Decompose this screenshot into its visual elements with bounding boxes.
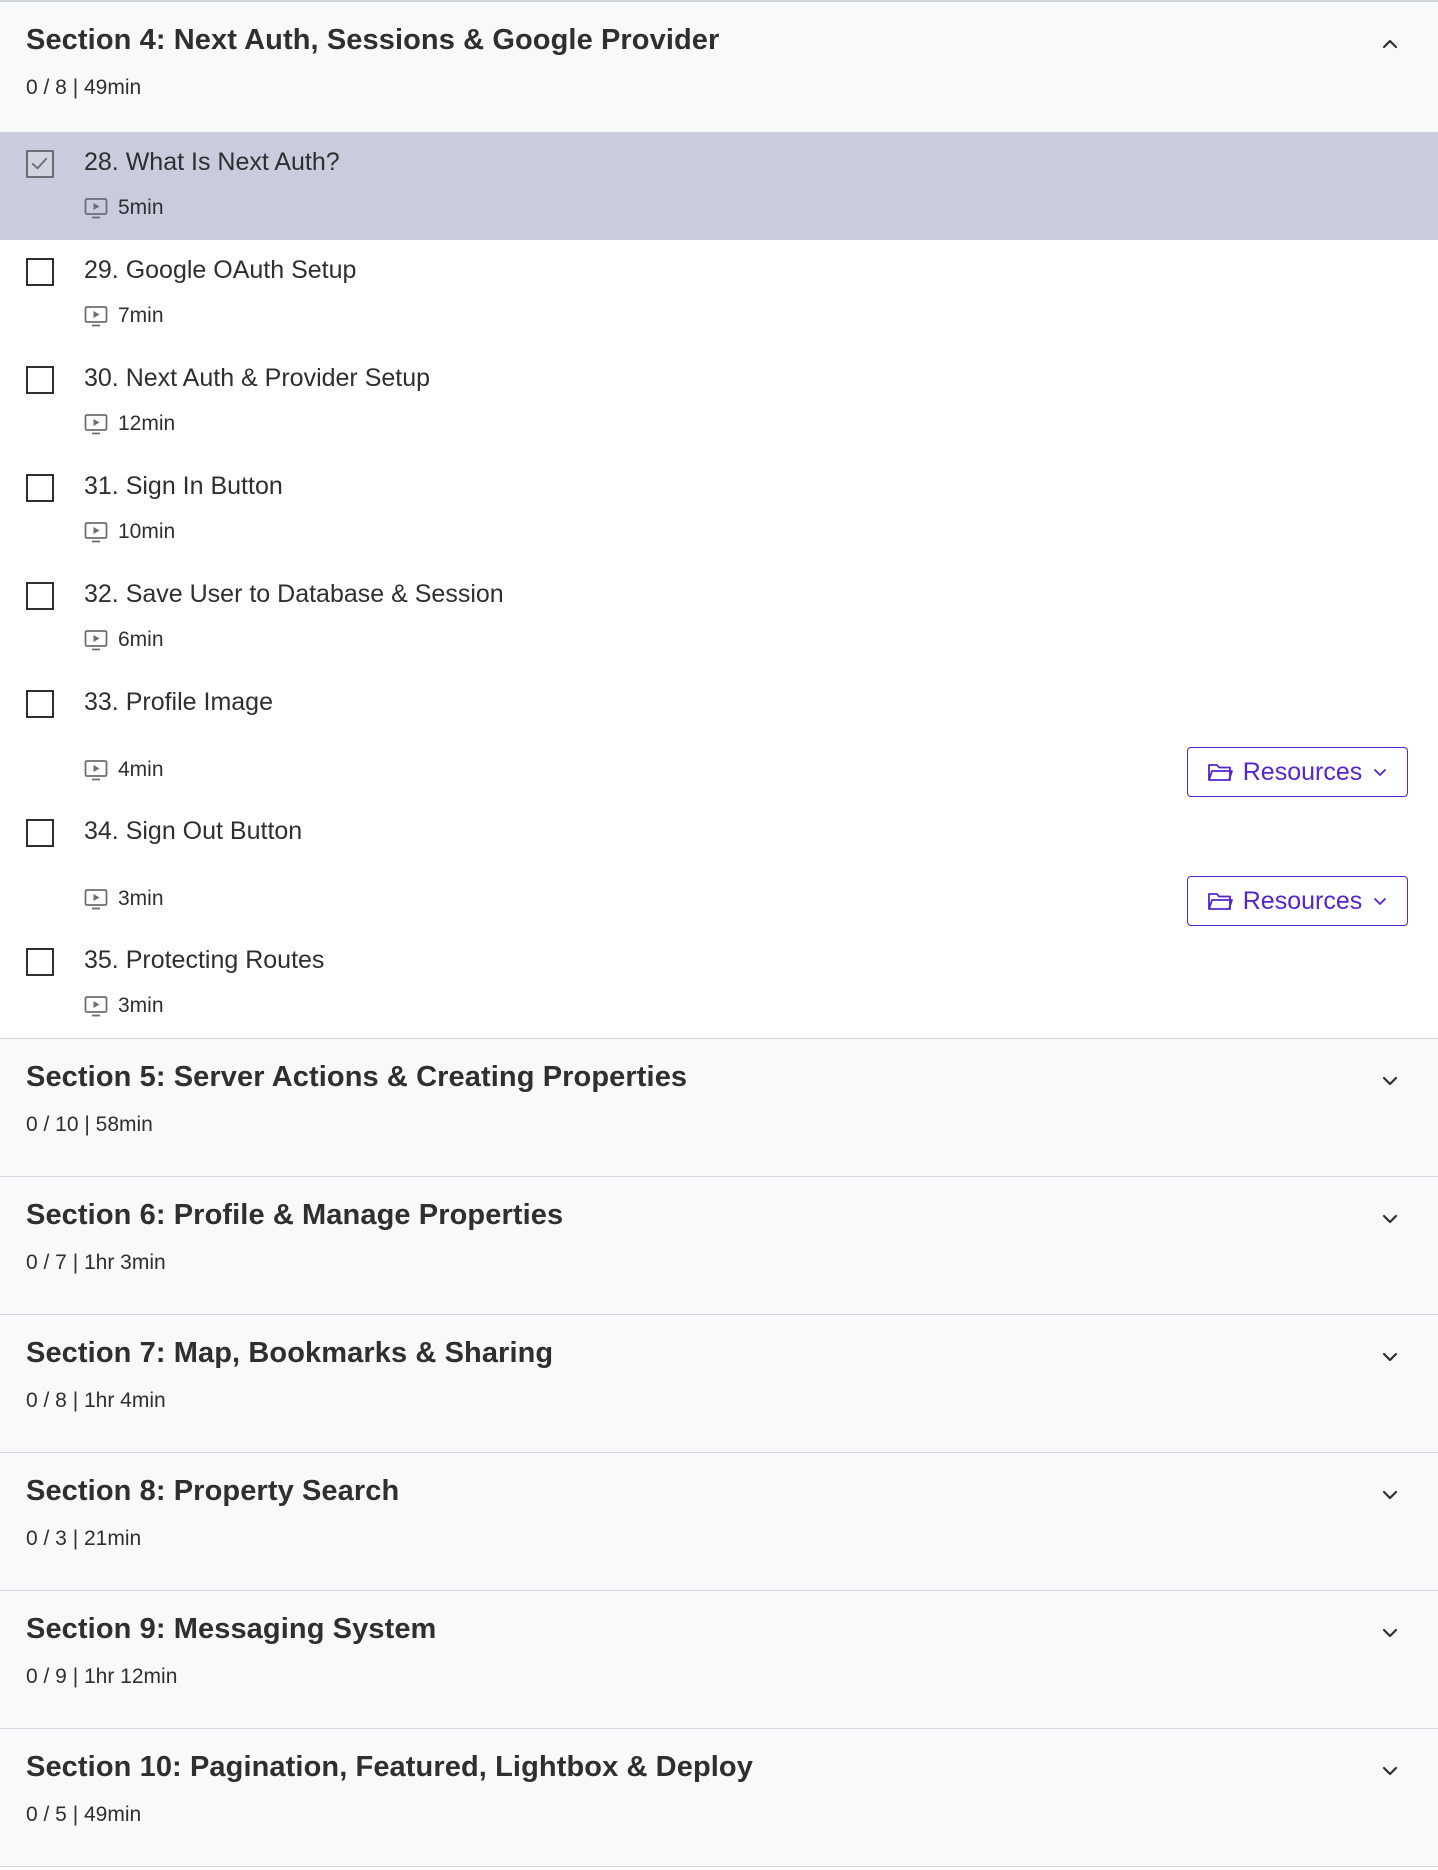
chevron-down-icon[interactable] — [1378, 1621, 1402, 1645]
folder-icon — [1207, 890, 1233, 912]
section-title: Section 9: Messaging System — [26, 1613, 437, 1645]
resources-label: Resources — [1242, 886, 1363, 915]
section-title: Section 8: Property Search — [26, 1475, 400, 1507]
lecture-item[interactable]: 32. Save User to Database & Session 6min — [0, 564, 1438, 672]
chevron-down-icon[interactable] — [1378, 1345, 1402, 1369]
video-icon — [84, 629, 108, 651]
chevron-down-icon[interactable] — [1378, 1483, 1402, 1507]
section-progress: 0 / 8 | 1hr 4min — [26, 1389, 166, 1412]
lecture-item[interactable]: 33. Profile Image 4min Resources — [0, 672, 1438, 801]
lecture-meta: 6min — [84, 628, 164, 652]
section-header[interactable]: Section 8: Property Search 0 / 3 | 21min — [0, 1453, 1438, 1591]
lecture-duration: 12min — [118, 412, 176, 435]
lecture-checkbox[interactable] — [26, 582, 54, 610]
curriculum-sidebar: Section 4: Next Auth, Sessions & Google … — [0, 0, 1438, 1867]
lecture-item[interactable]: 30. Next Auth & Provider Setup 12min — [0, 348, 1438, 456]
lecture-checkbox[interactable] — [26, 690, 54, 718]
lecture-meta: 5min — [84, 196, 164, 220]
lecture-meta: 3min — [84, 994, 164, 1018]
collapsed-sections: Section 5: Server Actions & Creating Pro… — [0, 1039, 1438, 1867]
lecture-duration: 10min — [118, 520, 176, 543]
lecture-duration: 5min — [118, 196, 164, 219]
section-title: Section 4: Next Auth, Sessions & Google … — [26, 24, 720, 56]
lecture-checkbox[interactable] — [26, 150, 54, 178]
section-title: Section 7: Map, Bookmarks & Sharing — [26, 1337, 554, 1369]
folder-icon — [1207, 761, 1233, 783]
section-progress: 0 / 10 | 58min — [26, 1113, 153, 1136]
lecture-duration: 3min — [118, 994, 164, 1017]
chevron-up-icon[interactable] — [1378, 32, 1402, 56]
lecture-item[interactable]: 29. Google OAuth Setup 7min — [0, 240, 1438, 348]
section-header[interactable]: Section 7: Map, Bookmarks & Sharing 0 / 8… — [0, 1315, 1438, 1453]
lecture-checkbox[interactable] — [26, 474, 54, 502]
section-progress: 0 / 8 | 49min — [26, 76, 142, 99]
resources-button[interactable]: Resources — [1187, 747, 1408, 797]
section-header[interactable]: Section 9: Messaging System 0 / 9 | 1hr 1… — [0, 1591, 1438, 1729]
lecture-checkbox[interactable] — [26, 819, 54, 847]
lecture-meta: 4min — [84, 758, 164, 782]
lecture-item[interactable]: 34. Sign Out Button 3min Resources — [0, 801, 1438, 930]
lecture-item[interactable]: 28. What Is Next Auth? 5min — [0, 132, 1438, 240]
lecture-meta: 3min — [84, 887, 164, 911]
lecture-duration: 4min — [118, 758, 164, 781]
section-header[interactable]: Section 5: Server Actions & Creating Pro… — [0, 1039, 1438, 1177]
lecture-meta: 7min — [84, 304, 164, 328]
video-icon — [84, 995, 108, 1017]
lecture-item[interactable]: 31. Sign In Button 10min — [0, 456, 1438, 564]
lecture-title: 28. What Is Next Auth? — [84, 148, 340, 176]
lecture-duration: 3min — [118, 887, 164, 910]
section-progress: 0 / 5 | 49min — [26, 1803, 142, 1826]
video-icon — [84, 759, 108, 781]
section-header[interactable]: Section 6: Profile & Manage Properties 0 … — [0, 1177, 1438, 1315]
lecture-title: 33. Profile Image — [84, 688, 273, 716]
lecture-title: 34. Sign Out Button — [84, 817, 303, 845]
chevron-down-icon[interactable] — [1378, 1759, 1402, 1783]
video-icon — [84, 197, 108, 219]
chevron-down-icon — [1372, 893, 1388, 909]
resources-label: Resources — [1242, 757, 1363, 786]
lecture-title: 30. Next Auth & Provider Setup — [84, 364, 431, 392]
lecture-checkbox[interactable] — [26, 948, 54, 976]
video-icon — [84, 305, 108, 327]
video-icon — [84, 521, 108, 543]
video-icon — [84, 413, 108, 435]
chevron-down-icon[interactable] — [1378, 1069, 1402, 1093]
lecture-meta: 12min — [84, 412, 175, 436]
lecture-list: 28. What Is Next Auth? 5min 29. Google OAu… — [0, 132, 1438, 1038]
chevron-down-icon[interactable] — [1378, 1207, 1402, 1231]
lecture-title: 35. Protecting Routes — [84, 946, 325, 974]
lecture-checkbox[interactable] — [26, 258, 54, 286]
lecture-item[interactable]: 35. Protecting Routes 3min — [0, 930, 1438, 1038]
section-title: Section 10: Pagination, Featured, Lightb… — [26, 1751, 753, 1783]
section-header[interactable]: Section 10: Pagination, Featured, Lightb… — [0, 1729, 1438, 1867]
video-icon — [84, 888, 108, 910]
section-header-4[interactable]: Section 4: Next Auth, Sessions & Google … — [0, 2, 1438, 132]
lecture-duration: 6min — [118, 628, 164, 651]
lecture-duration: 7min — [118, 304, 164, 327]
lecture-title: 29. Google OAuth Setup — [84, 256, 357, 284]
lecture-checkbox[interactable] — [26, 366, 54, 394]
resources-button[interactable]: Resources — [1187, 876, 1408, 926]
section-title: Section 5: Server Actions & Creating Pro… — [26, 1061, 688, 1093]
lecture-title: 31. Sign In Button — [84, 472, 283, 500]
section-progress: 0 / 3 | 21min — [26, 1527, 142, 1550]
lecture-meta: 10min — [84, 520, 175, 544]
section-title: Section 6: Profile & Manage Properties — [26, 1199, 564, 1231]
section-progress: 0 / 7 | 1hr 3min — [26, 1251, 166, 1274]
section-progress: 0 / 9 | 1hr 12min — [26, 1665, 178, 1688]
lecture-title: 32. Save User to Database & Session — [84, 580, 504, 608]
chevron-down-icon — [1372, 764, 1388, 780]
